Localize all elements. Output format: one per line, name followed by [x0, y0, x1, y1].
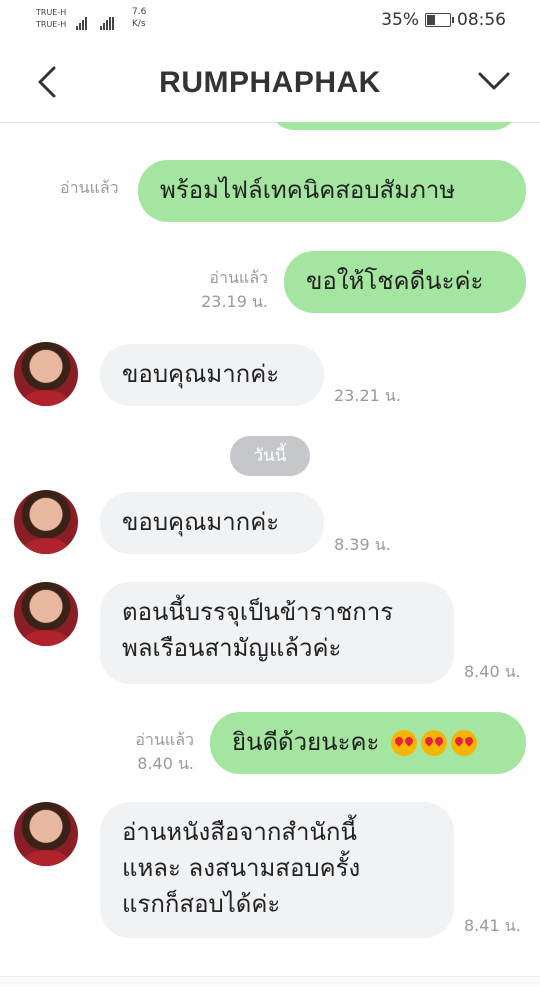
- message-text: ขอบคุณมากค่ะ: [122, 508, 280, 536]
- speed-value: 7.6: [132, 7, 147, 17]
- message-bubble-outgoing[interactable]: ขอให้โชคดีนะค่ะ: [284, 251, 526, 313]
- message-text: ขอบคุณมากค่ะ: [122, 360, 280, 388]
- chat-title: RUMPHAPHAK: [159, 66, 381, 99]
- message-time: 8.40 น.: [137, 754, 194, 773]
- heart-eyes-emoji-icon: [421, 730, 448, 756]
- contact-avatar[interactable]: [14, 342, 78, 406]
- status-bar: TRUE-H TRUE-H 7.6 K/s 35% 08:56: [0, 0, 540, 40]
- message-meta: อ่านแล้ว 23.19 น.: [201, 266, 268, 314]
- message-bubble-incoming[interactable]: ขอบคุณมากค่ะ: [100, 492, 324, 554]
- contact-avatar[interactable]: [14, 582, 78, 646]
- message-text-line: แหละ ลงสนามสอบครั้ง: [122, 854, 361, 882]
- message-text: ยินดีด้วยนะคะ: [232, 728, 380, 756]
- message-bubble-partial: [270, 122, 518, 130]
- battery-percent: 35%: [381, 10, 419, 30]
- carrier-1: TRUE-H: [36, 8, 67, 17]
- message-text-line: แรกก็สอบได้ค่ะ: [122, 890, 281, 918]
- status-right: 35% 08:56: [381, 10, 506, 30]
- message-meta: อ่านแล้ว 8.40 น.: [135, 728, 194, 776]
- message-text-line: พลเรือนสามัญแล้วค่ะ: [122, 634, 342, 662]
- message-text: พร้อมไฟล์เทคนิคสอบสัมภาษ: [160, 176, 456, 204]
- signal-icon-2: [100, 10, 115, 30]
- message-bubble-incoming[interactable]: ขอบคุณมากค่ะ: [100, 344, 324, 406]
- message-time: 23.21 น.: [334, 386, 401, 405]
- battery-icon: [425, 13, 454, 27]
- heart-eyes-emoji-icon: [451, 730, 478, 756]
- message-text-line: อ่านหนังสือจากสำนักนี้: [122, 818, 357, 846]
- carrier-labels: TRUE-H TRUE-H: [36, 7, 66, 31]
- day-separator: วันนี้: [230, 436, 310, 476]
- message-time: 23.19 น.: [201, 292, 268, 311]
- network-speed: 7.6 K/s: [132, 6, 146, 30]
- heart-eyes-emoji-icon: [391, 730, 418, 756]
- message-list[interactable]: อ่านแล้ว พร้อมไฟล์เทคนิคสอบสัมภาษ อ่านแล…: [0, 122, 540, 987]
- speed-unit: K/s: [132, 19, 146, 29]
- message-time: 8.40 น.: [464, 662, 521, 681]
- chat-header: RUMPHAPHAK: [0, 40, 540, 123]
- clock: 08:56: [457, 10, 506, 30]
- message-time: 8.39 น.: [334, 535, 391, 554]
- message-time: 8.41 น.: [464, 916, 521, 935]
- contact-avatar[interactable]: [14, 490, 78, 554]
- message-bubble-outgoing[interactable]: ยินดีด้วยนะคะ: [210, 712, 526, 774]
- carrier-2: TRUE-H: [36, 20, 67, 29]
- chevron-down-icon[interactable]: [474, 62, 514, 102]
- message-text: ขอให้โชคดีนะค่ะ: [306, 267, 484, 295]
- message-bubble-outgoing[interactable]: พร้อมไฟล์เทคนิคสอบสัมภาษ: [138, 160, 526, 222]
- message-bubble-incoming[interactable]: อ่านหนังสือจากสำนักนี้ แหละ ลงสนามสอบครั…: [100, 802, 454, 938]
- read-receipt: อ่านแล้ว: [60, 178, 119, 197]
- input-bar-edge: [0, 976, 540, 987]
- read-receipt: อ่านแล้ว: [135, 730, 194, 749]
- message-bubble-incoming[interactable]: ตอนนี้บรรจุเป็นข้าราชการ พลเรือนสามัญแล้…: [100, 582, 454, 684]
- contact-avatar[interactable]: [14, 802, 78, 866]
- message-text-line: ตอนนี้บรรจุเป็นข้าราชการ: [122, 598, 394, 626]
- signal-icon: [76, 10, 88, 30]
- read-receipt: อ่านแล้ว: [209, 268, 268, 287]
